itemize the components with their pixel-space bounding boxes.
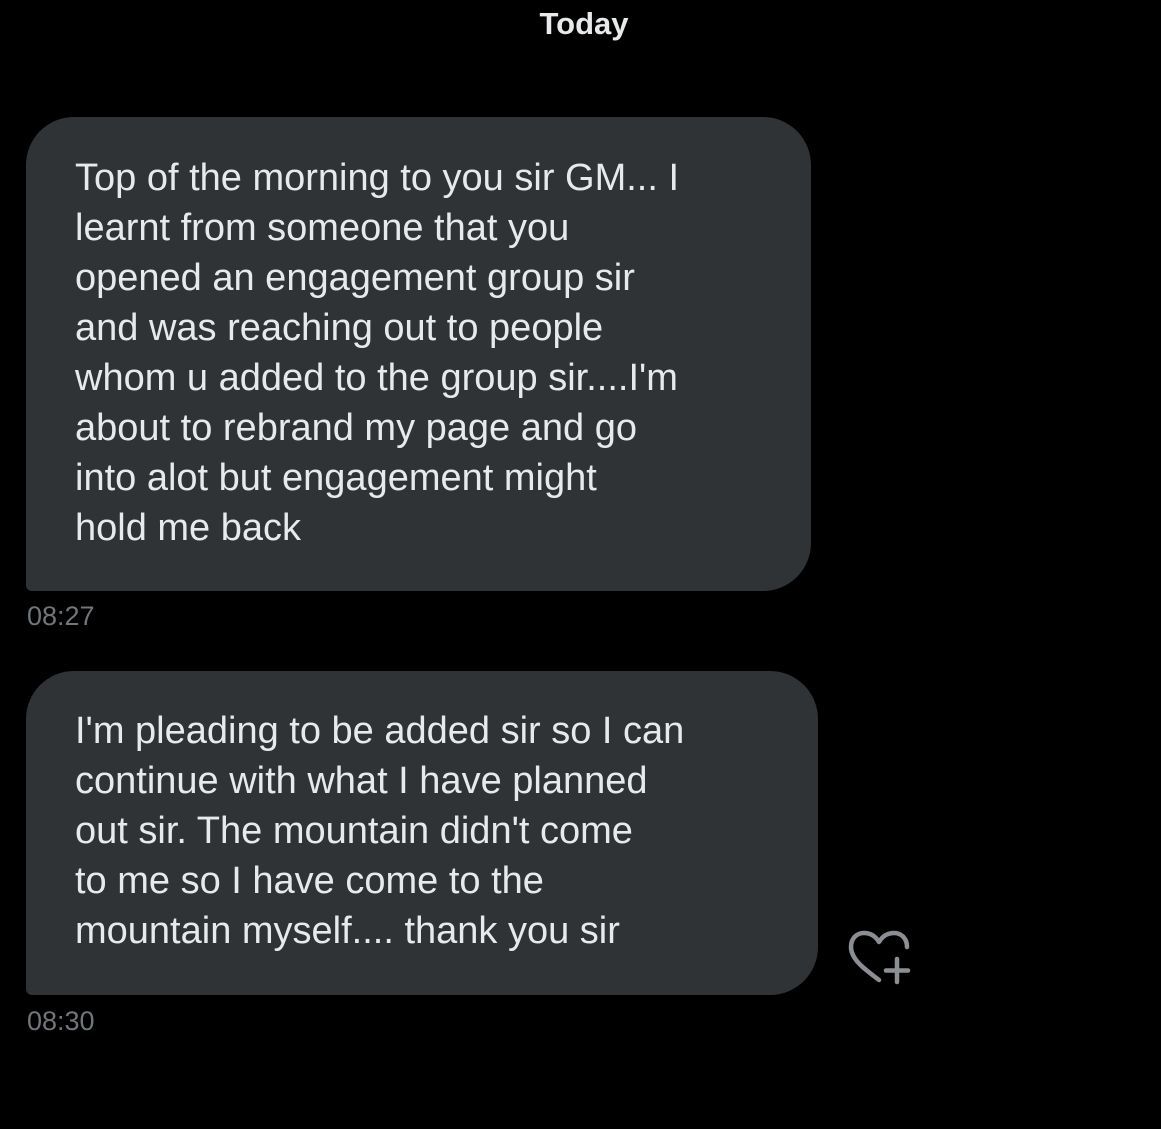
- day-separator: Today: [539, 6, 629, 41]
- message-bubble[interactable]: Top of the morning to you sir GM... I le…: [26, 117, 811, 591]
- message-text: Top of the morning to you sir GM... I le…: [75, 157, 680, 549]
- message-timestamp: 08:27: [27, 601, 95, 631]
- message-bubble[interactable]: I'm pleading to be added sir so I can co…: [26, 671, 818, 995]
- heart-plus-icon: [848, 930, 911, 985]
- add-reaction-button[interactable]: [846, 928, 912, 988]
- message-text: I'm pleading to be added sir so I can co…: [75, 710, 685, 952]
- message-timestamp: 08:30: [27, 1006, 95, 1036]
